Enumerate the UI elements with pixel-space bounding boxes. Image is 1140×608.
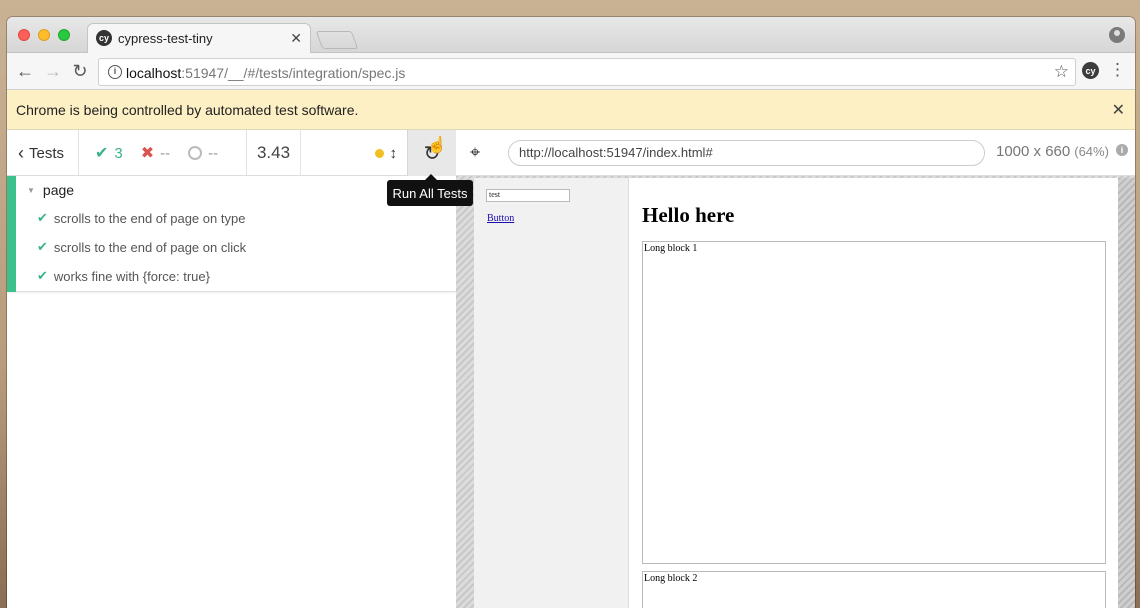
aut-button-link[interactable]: Button [487,213,514,224]
aut-scrollbar[interactable] [1118,178,1135,608]
infobar-close-icon[interactable]: ✕ [1112,100,1125,120]
long-block-1-label: Long block 1 [644,243,698,254]
test-row[interactable]: ✔ scrolls to the end of page on type [37,210,245,226]
automation-infobar: Chrome is being controlled by automated … [7,90,1135,130]
test-row[interactable]: ✔ scrolls to the end of page on click [37,239,246,255]
aut-text-input[interactable]: test [486,189,570,202]
aut-iframe: test Button Hello here Long block 1 Long… [474,178,1118,608]
pending-stat: -- [188,145,218,162]
aut-header: ⌖ http://localhost:51947/index.html# 100… [456,130,1135,176]
close-window-button[interactable] [18,29,30,41]
infobar-message: Chrome is being controlled by automated … [16,102,359,118]
test-stats: ✔ 3 ✖ -- -- [79,130,247,176]
reload-icon[interactable]: ↻ [70,61,90,82]
url-path: :51947/__/#/tests/integration/spec.js [181,65,406,81]
failed-stat: ✖ -- [141,143,170,163]
viewport-info[interactable]: 1000 x 660 (64%) [996,143,1109,160]
reporter-header: ‹ Tests ✔ 3 ✖ -- -- 3.43 ↕ ↻ [7,130,456,176]
run-all-tests-tooltip: Run All Tests [387,174,473,206]
test-title: scrolls to the end of page on type [53,210,246,226]
browser-toolbar: ← → ↻ i localhost:51947/__/#/tests/integ… [7,53,1135,90]
maximize-window-button[interactable] [58,29,70,41]
test-row[interactable]: ✔ works fine with {force: true} [37,268,210,284]
browser-tab[interactable]: cy cypress-test-tiny ✕ [87,23,311,53]
reporter-controls: ↕ [301,130,407,176]
viewport-scale: (64%) [1074,144,1109,159]
cypress-extension-icon[interactable]: cy [1082,62,1099,79]
bookmark-star-icon[interactable]: ☆ [1054,62,1069,82]
tab-title: cypress-test-tiny [118,31,213,46]
caret-down-icon: ▼ [27,185,35,195]
running-indicator-dot [374,148,384,158]
pending-count: -- [208,144,219,162]
aut-heading: Hello here [642,203,735,227]
profile-icon[interactable] [1109,27,1125,43]
test-title: scrolls to the end of page on click [53,239,247,255]
check-icon: ✔ [37,239,48,254]
failed-count: -- [160,144,171,162]
menu-dots-icon[interactable]: ⋮ [1109,60,1126,80]
aut-container: test Button Hello here Long block 1 Long… [456,176,1135,608]
viewport-info-icon[interactable]: i [1116,144,1128,156]
long-block-2-label: Long block 2 [644,573,698,584]
aut-url-field[interactable]: http://localhost:51947/index.html# [508,140,985,166]
info-icon[interactable]: i [108,65,122,79]
back-arrow-icon[interactable]: ← [15,61,35,82]
hand-cursor-icon: ☝ [427,137,447,154]
check-icon: ✔ [95,145,109,162]
url-text: localhost:51947/__/#/tests/integration/s… [126,65,405,81]
cypress-favicon-icon: cy [96,30,112,46]
passed-stat: ✔ 3 [95,143,123,163]
url-host: localhost [126,65,182,81]
pending-circle-icon [188,146,203,160]
suite-title-text: page [42,182,75,198]
check-icon: ✔ [37,210,48,225]
duration: 3.43 [247,130,301,176]
back-to-tests-button[interactable]: ‹ Tests [7,130,79,176]
long-block-2: Long block 2 [642,571,1106,608]
back-tests-label: Tests [29,144,65,162]
title-bar: cy cypress-test-tiny ✕ [7,17,1135,53]
auto-scroll-toggle-icon[interactable]: ↕ [390,145,398,162]
chevron-left-icon: ‹ [18,142,24,163]
aut-sidebar: test Button [474,178,629,608]
x-icon: ✖ [140,145,155,162]
minimize-window-button[interactable] [38,29,50,41]
forward-arrow-icon[interactable]: → [43,61,63,82]
viewport-size: 1000 x 660 [996,143,1071,160]
test-title: works fine with {force: true} [53,268,210,284]
browser-window: cy cypress-test-tiny ✕ ← → ↻ i localhost… [7,17,1135,608]
tab-close-icon[interactable]: ✕ [290,30,302,47]
long-block-1: Long block 1 [642,241,1106,564]
selector-playground-crosshair-icon[interactable]: ⌖ [470,142,480,163]
check-icon: ✔ [37,268,48,283]
new-tab-button[interactable] [315,31,359,49]
address-bar[interactable]: i localhost:51947/__/#/tests/integration… [98,58,1076,86]
suite-status-bar [7,176,16,292]
passed-count: 3 [114,144,123,162]
reporter-body: ▼ page ✔ scrolls to the end of page on t… [7,176,456,608]
suite-title[interactable]: ▼ page [27,182,74,198]
